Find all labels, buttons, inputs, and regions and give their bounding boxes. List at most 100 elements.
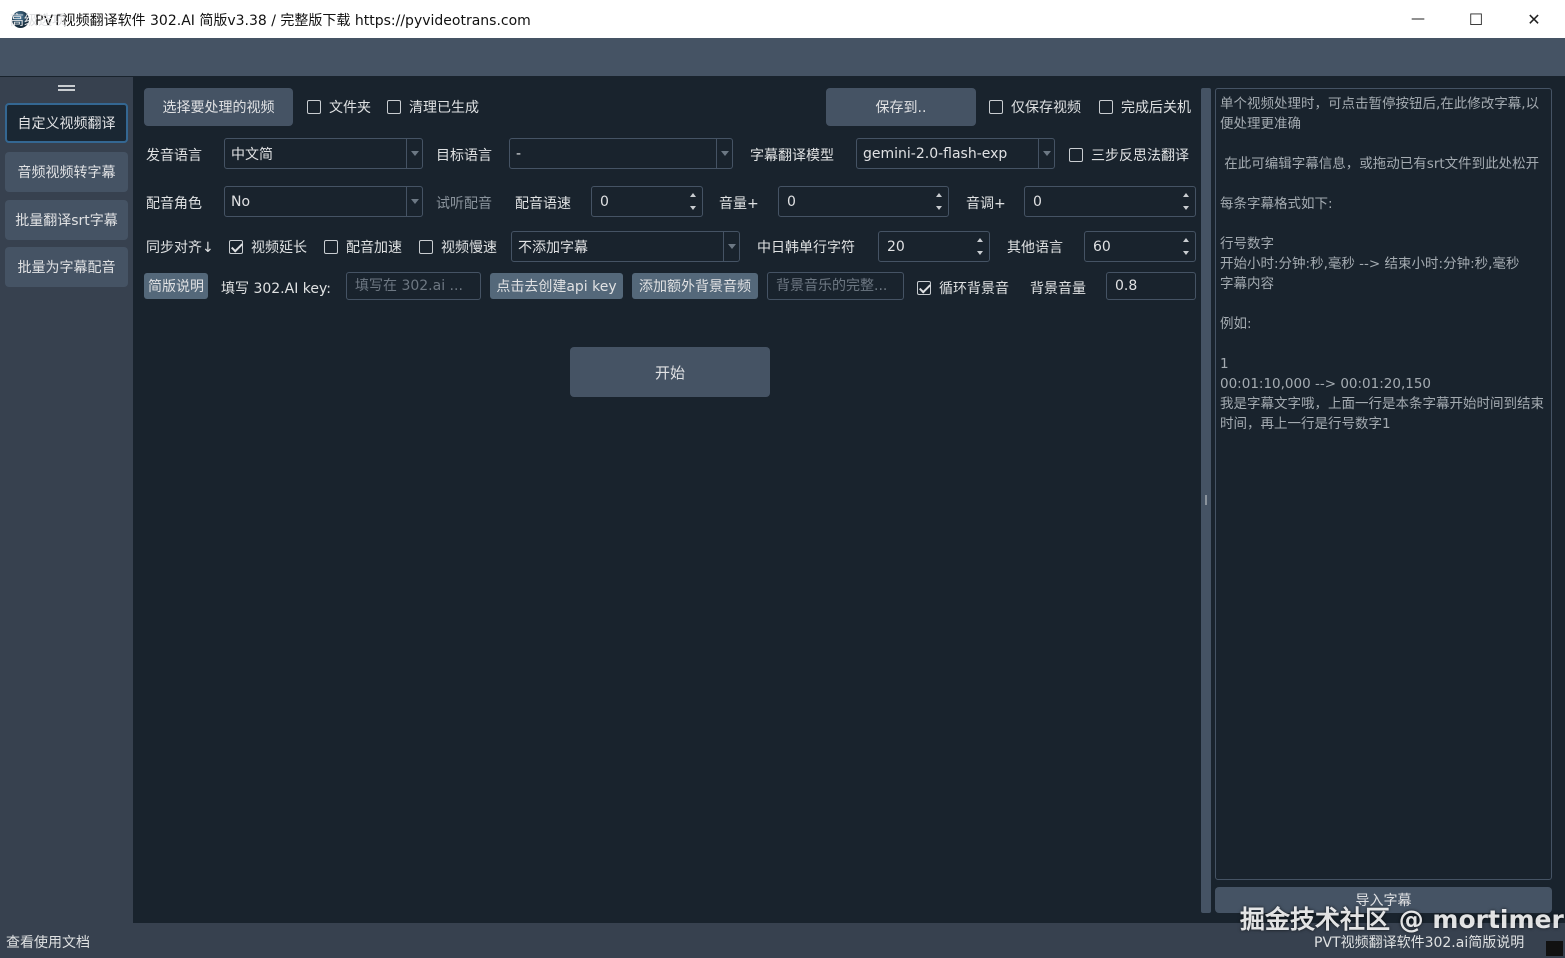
menu-advanced-options[interactable]: 高级选项 (10, 10, 66, 30)
bgm-volume-input[interactable] (1106, 272, 1196, 300)
start-button[interactable]: 开始 (570, 347, 770, 397)
spin-down-icon[interactable] (934, 204, 944, 212)
three-step-reflection-checkbox[interactable]: 三步反思法翻译 (1069, 145, 1189, 165)
video-extend-checkbox[interactable]: 视频延长 (229, 237, 307, 257)
other-lang-chars-spinbox[interactable]: 60 (1084, 231, 1196, 262)
pitch-spinbox[interactable]: 0 (1024, 186, 1196, 217)
volume-value: 0 (787, 193, 796, 210)
spin-down-icon[interactable] (1181, 204, 1191, 212)
bgm-path-input[interactable] (767, 272, 904, 300)
chevron-down-icon (406, 139, 422, 168)
close-icon: ✕ (1527, 9, 1541, 29)
clear-generated-checkbox[interactable]: 清理已生成 (387, 97, 479, 117)
shutdown-after-label: 完成后关机 (1121, 100, 1191, 116)
video-slowdown-label: 视频慢速 (441, 240, 497, 256)
close-button[interactable]: ✕ (1505, 0, 1563, 38)
target-language-select[interactable]: - (509, 138, 733, 169)
minimize-icon: — (1411, 11, 1425, 27)
shutdown-after-checkbox[interactable]: 完成后关机 (1099, 97, 1191, 117)
preview-voice-button[interactable]: 试听配音 (436, 193, 492, 213)
watermark: 掘金技术社区 @ mortimer (1240, 905, 1564, 934)
checkbox-box (917, 281, 931, 295)
source-language-select[interactable]: 中文简 (224, 138, 423, 169)
select-video-button[interactable]: 选择要处理的视频 (144, 88, 293, 126)
subtitle-mode-value: 不添加字幕 (518, 239, 588, 256)
chevron-down-icon (723, 232, 739, 261)
target-language-label: 目标语言 (436, 148, 492, 164)
help-link[interactable]: PVT视频翻译软件302.ai简版说明 (1314, 932, 1524, 952)
help-button[interactable]: 简版说明 (144, 273, 208, 299)
api-key-label: 填写 302.AI key: (221, 281, 331, 297)
checkbox-box (989, 100, 1003, 114)
save-to-button[interactable]: 保存到.. (826, 88, 976, 126)
api-key-input[interactable] (346, 272, 481, 300)
docs-link[interactable]: 查看使用文档 (6, 932, 90, 952)
other-lang-chars-label: 其他语言 (1007, 240, 1063, 256)
source-language-value: 中文简 (231, 146, 273, 163)
volume-spinbox[interactable]: 0 (778, 186, 949, 217)
maximize-icon: ☐ (1468, 9, 1484, 29)
spin-up-icon[interactable] (688, 191, 698, 199)
source-language-label: 发音语言 (146, 148, 202, 164)
spin-up-icon[interactable] (975, 236, 985, 244)
voice-role-value: No (231, 193, 251, 210)
spin-down-icon[interactable] (1181, 249, 1191, 257)
video-slowdown-checkbox[interactable]: 视频慢速 (419, 237, 497, 257)
loop-bgm-checkbox[interactable]: 循环背景音 (917, 278, 1009, 298)
folder-checkbox[interactable]: 文件夹 (307, 97, 371, 117)
nav-audio-video-to-subtitle[interactable]: 音频视频转字幕 (5, 152, 128, 192)
bgm-volume-label: 背景音量 (1030, 281, 1086, 297)
voice-speedup-checkbox[interactable]: 配音加速 (324, 237, 402, 257)
spin-up-icon[interactable] (934, 191, 944, 199)
spin-up-icon[interactable] (1181, 191, 1191, 199)
cjk-chars-value: 20 (887, 238, 905, 255)
translation-model-value: gemini-2.0-flash-exp (863, 145, 1008, 162)
three-step-label: 三步反思法翻译 (1091, 148, 1189, 164)
only-save-video-checkbox[interactable]: 仅保存视频 (989, 97, 1081, 117)
spin-down-icon[interactable] (688, 204, 698, 212)
checkbox-box (324, 240, 338, 254)
add-bgm-button[interactable]: 添加额外背景音频 (632, 273, 758, 299)
checkbox-box (1069, 148, 1083, 162)
nav-custom-video-translate[interactable]: 自定义视频翻译 (5, 103, 128, 143)
other-lang-chars-value: 60 (1093, 238, 1111, 255)
resize-grip-icon[interactable] (1546, 941, 1563, 956)
voice-rate-value: 0 (600, 193, 609, 210)
chevron-down-icon (406, 187, 422, 216)
pitch-value: 0 (1033, 193, 1042, 210)
folder-label: 文件夹 (329, 100, 371, 116)
checkbox-box (307, 100, 321, 114)
clear-generated-label: 清理已生成 (409, 100, 479, 116)
nav-batch-translate-srt[interactable]: 批量翻译srt字幕 (5, 200, 128, 240)
voice-rate-spinbox[interactable]: 0 (591, 186, 703, 217)
voice-role-label: 配音角色 (146, 196, 202, 212)
cjk-chars-spinbox[interactable]: 20 (878, 231, 990, 262)
create-api-key-button[interactable]: 点击去创建api key (490, 273, 623, 299)
pitch-label: 音调+ (966, 196, 1006, 212)
spin-up-icon[interactable] (1181, 236, 1191, 244)
spin-down-icon[interactable] (975, 249, 985, 257)
voice-role-select[interactable]: No (224, 186, 423, 217)
subtitle-mode-select[interactable]: 不添加字幕 (511, 231, 740, 262)
window-title: PVT视频翻译软件 302.AI 简版v3.38 / 完整版下载 https:/… (35, 13, 531, 29)
chevron-down-icon (1038, 139, 1054, 168)
video-extend-label: 视频延长 (251, 240, 307, 256)
drag-handle-icon[interactable] (58, 85, 75, 91)
checkbox-box (387, 100, 401, 114)
maximize-button[interactable]: ☐ (1447, 0, 1505, 38)
sync-align-label: 同步对齐↓ (146, 240, 214, 256)
grip-icon (1205, 495, 1207, 505)
only-save-video-label: 仅保存视频 (1011, 100, 1081, 116)
menu-bar (0, 38, 1565, 76)
translation-model-label: 字幕翻译模型 (750, 148, 834, 164)
minimize-button[interactable]: — (1389, 0, 1447, 38)
volume-label: 音量+ (719, 196, 759, 212)
chevron-down-icon (716, 139, 732, 168)
target-language-value: - (516, 145, 522, 162)
voice-speedup-label: 配音加速 (346, 240, 402, 256)
translation-model-select[interactable]: gemini-2.0-flash-exp (856, 138, 1055, 169)
nav-batch-dub-subtitles[interactable]: 批量为字幕配音 (5, 247, 128, 287)
subtitle-editor[interactable]: 单个视频处理时，可点击暂停按钮后,在此修改字幕,以便处理更准确 在此可编辑字幕信… (1215, 88, 1552, 880)
checkbox-box (419, 240, 433, 254)
loop-bgm-label: 循环背景音 (939, 281, 1009, 297)
